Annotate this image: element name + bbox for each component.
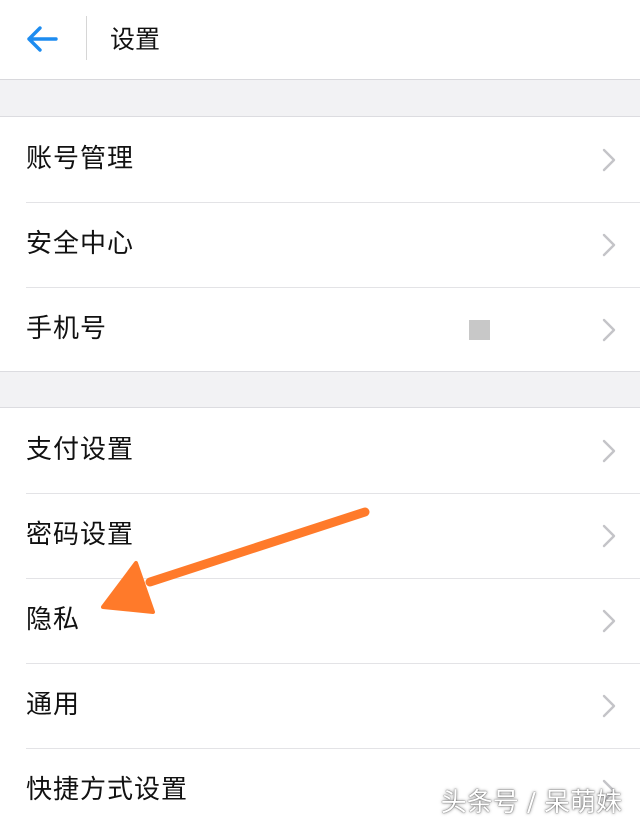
settings-screen: 设置 账号管理 安全中心 手机号 支付设置 密码设置 隐私 通用 快捷方式设置 … (0, 0, 640, 831)
row-label: 账号管理 (26, 144, 135, 174)
navigation-bar: 设置 (0, 0, 640, 80)
row-label: 隐私 (26, 605, 81, 635)
masked-phone-value (469, 320, 490, 340)
row-label: 手机号 (26, 314, 108, 344)
row-label: 安全中心 (26, 229, 135, 259)
nav-divider (86, 16, 87, 60)
chevron-right-icon (602, 318, 616, 342)
chevron-right-icon (602, 439, 616, 463)
row-label: 快捷方式设置 (26, 775, 189, 805)
settings-row-general[interactable]: 通用 (0, 663, 640, 748)
watermark-text: 头条号 / 呆萌妹 (440, 788, 622, 818)
settings-row-password[interactable]: 密码设置 (0, 493, 640, 578)
settings-group-general: 支付设置 密码设置 隐私 通用 快捷方式设置 (0, 407, 640, 831)
chevron-right-icon (602, 694, 616, 718)
page-title: 设置 (110, 25, 161, 54)
row-label: 密码设置 (26, 520, 135, 550)
chevron-right-icon (602, 609, 616, 633)
chevron-right-icon (602, 524, 616, 548)
row-label: 支付设置 (26, 435, 135, 465)
back-button[interactable] (14, 14, 70, 64)
settings-row-phone-number[interactable]: 手机号 (0, 287, 640, 372)
settings-row-payment[interactable]: 支付设置 (0, 408, 640, 493)
settings-row-security-center[interactable]: 安全中心 (0, 202, 640, 287)
settings-row-account-management[interactable]: 账号管理 (0, 117, 640, 202)
row-label: 通用 (26, 690, 81, 720)
settings-row-privacy[interactable]: 隐私 (0, 578, 640, 663)
back-arrow-icon (27, 26, 58, 52)
chevron-right-icon (602, 148, 616, 172)
settings-group-account: 账号管理 安全中心 手机号 (0, 116, 640, 372)
chevron-right-icon (602, 233, 616, 257)
